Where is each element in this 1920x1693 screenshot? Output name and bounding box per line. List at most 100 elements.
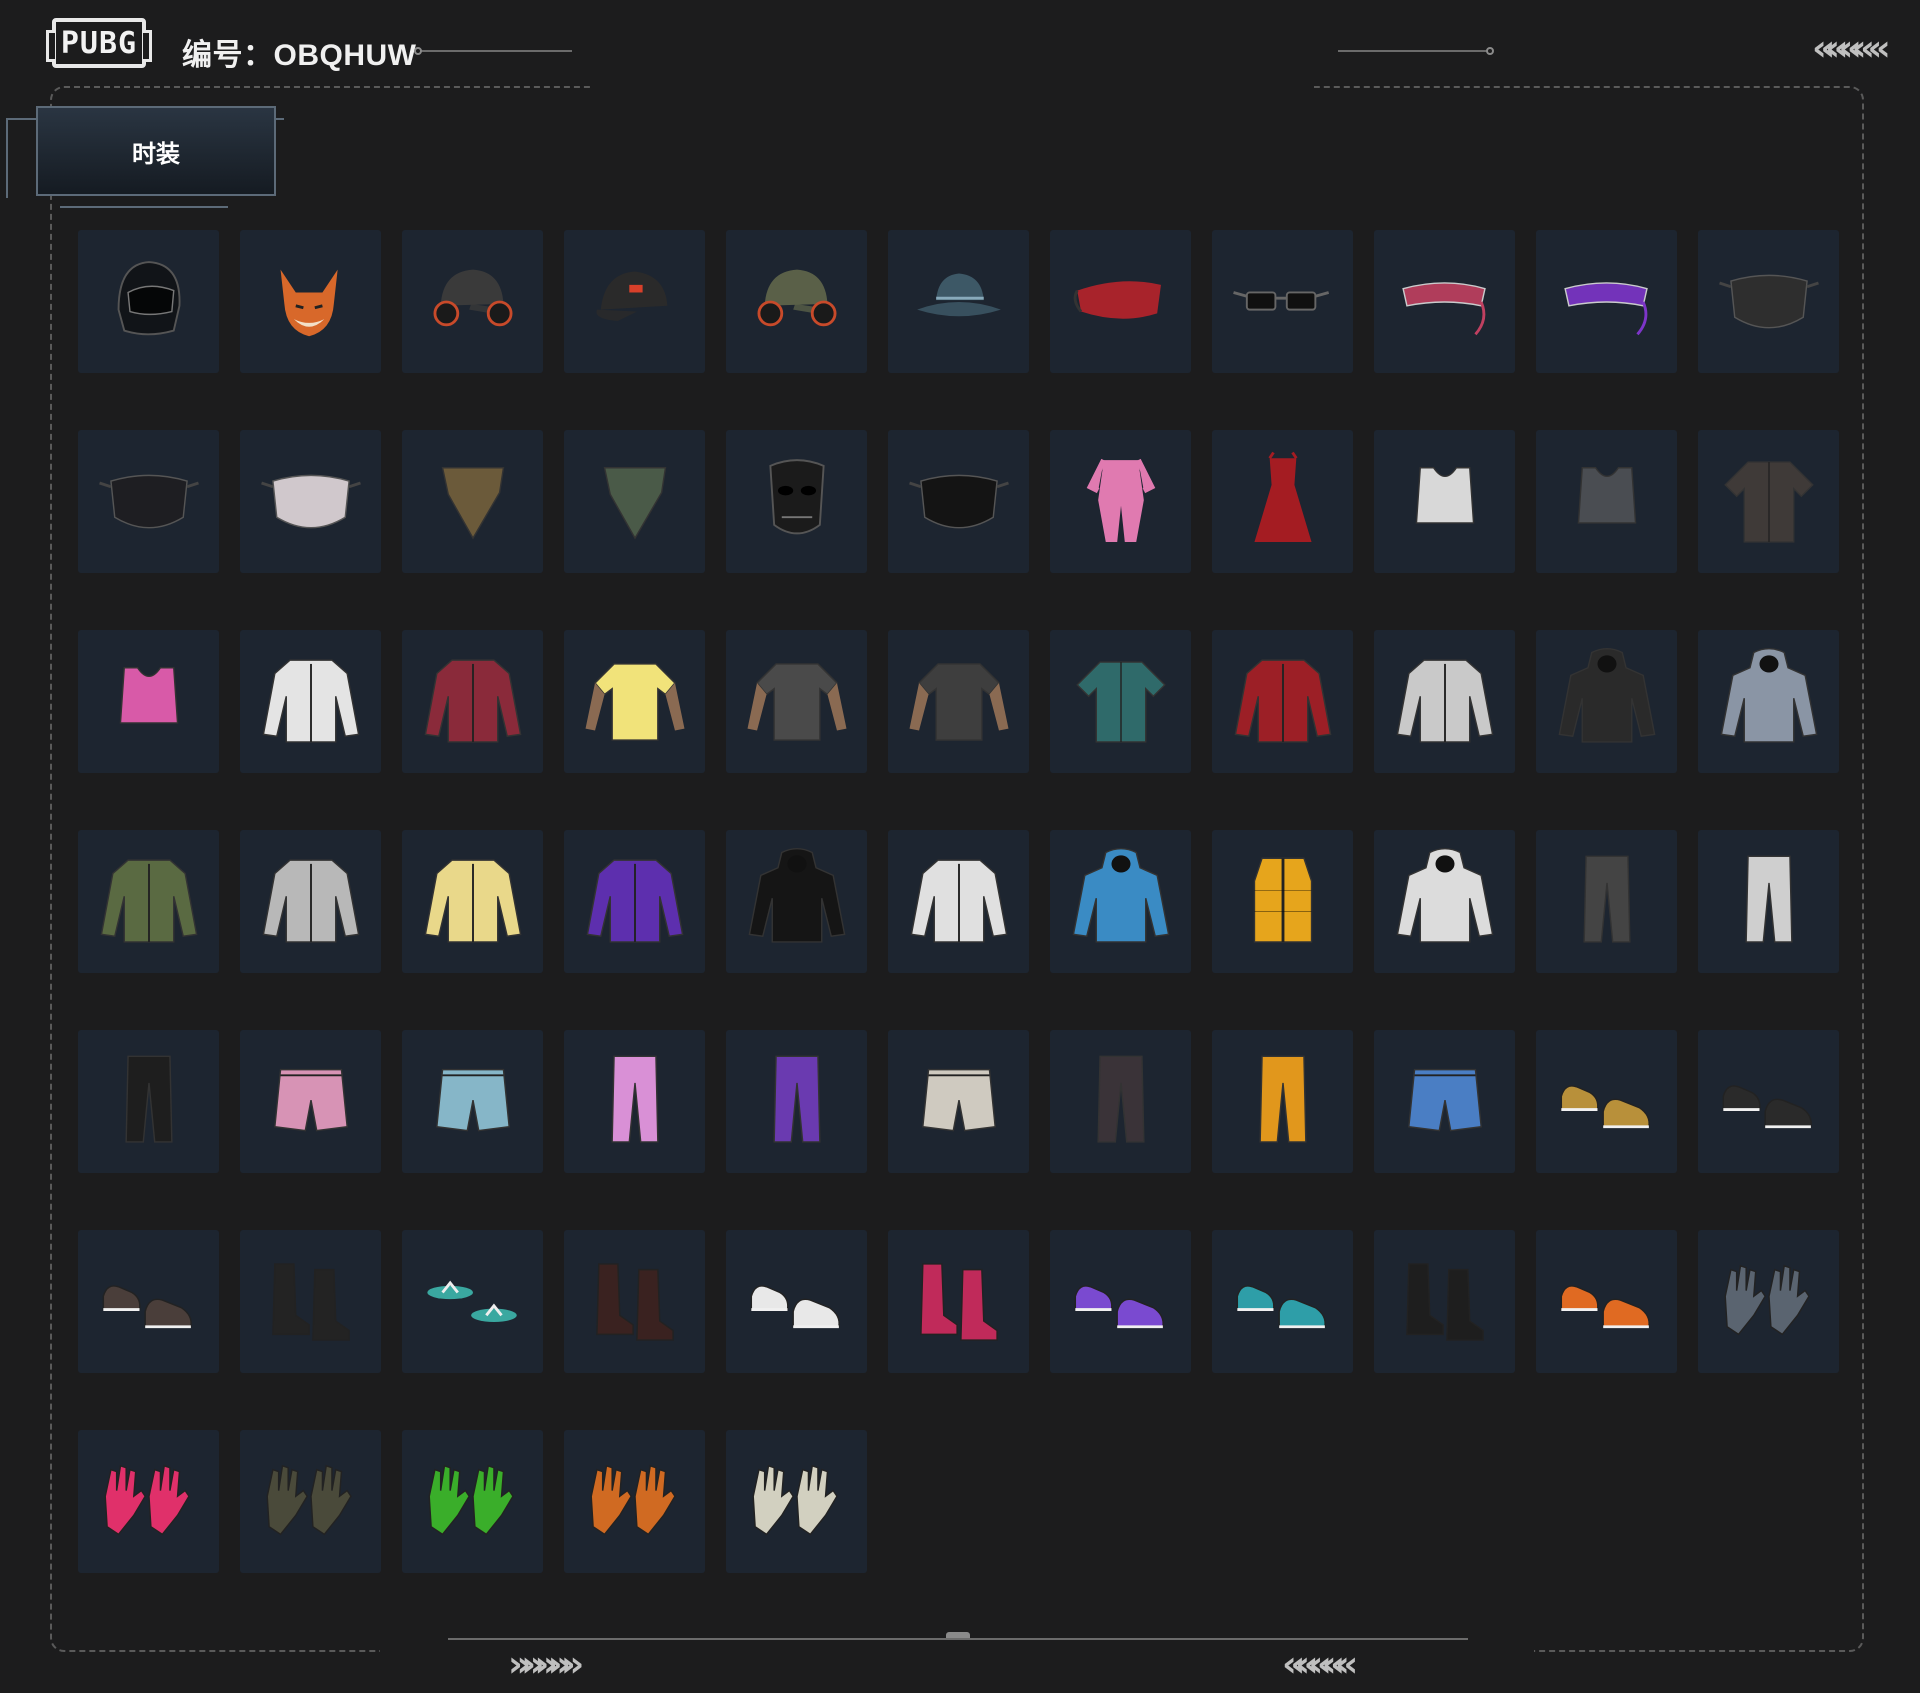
sports-top-icon [119, 666, 178, 724]
item-slot-camo-tactical-gloves[interactable] [240, 1430, 381, 1573]
item-slot-red-dress[interactable] [1212, 430, 1353, 573]
item-slot-teal-clogs[interactable] [1212, 1230, 1353, 1373]
item-slot-white-red-sneakers[interactable] [726, 1230, 867, 1373]
item-slot-olive-bolero[interactable] [78, 830, 219, 973]
item-slot-white-cargo-shorts[interactable] [888, 1030, 1029, 1173]
item-slot-black-hooded-jacket[interactable] [1536, 630, 1677, 773]
chevron-right-decor-icon: »»»»» [508, 1644, 584, 1685]
item-slot-black-glasses[interactable] [1212, 230, 1353, 373]
item-slot-black-high-tops[interactable] [1698, 1030, 1839, 1173]
item-slot-red-leather-jacket[interactable] [1212, 630, 1353, 773]
item-slot-camo-pants[interactable] [1050, 1030, 1191, 1173]
item-slot-orange-joggers[interactable] [1212, 1030, 1353, 1173]
item-slot-miramar-face-mask[interactable] [1698, 230, 1839, 373]
item-slot-silver-jacket[interactable] [1374, 630, 1515, 773]
item-slot-purple-white-sneakers[interactable] [1050, 1230, 1191, 1373]
item-slot-white-orange-vest-jacket[interactable] [888, 830, 1029, 973]
pants-icon [1258, 1055, 1307, 1143]
item-slot-striped-boots[interactable] [888, 1230, 1029, 1373]
pants-icon [1096, 1055, 1145, 1143]
footer-line [448, 1638, 1468, 1640]
item-slot-teal-flip-flops[interactable] [402, 1230, 543, 1373]
item-slot-gold-dress-shoes[interactable] [1536, 1030, 1677, 1173]
item-slot-bucket-hat[interactable] [888, 230, 1029, 373]
item-slot-denim-shorts[interactable] [402, 1030, 543, 1173]
shorts-icon [273, 1068, 348, 1131]
item-slot-red-sleep-mask[interactable] [1050, 230, 1191, 373]
visor-icon [1563, 281, 1648, 335]
glasses-icon [1232, 290, 1329, 311]
item-slot-black-skull-mask[interactable] [726, 430, 867, 573]
item-slot-fur-trim-boots[interactable] [1374, 1230, 1515, 1373]
jacket-icon [100, 858, 197, 943]
tab-decor-bottom [60, 206, 228, 208]
item-slot-floral-shirt[interactable] [1050, 630, 1191, 773]
item-slot-camo-scarf[interactable] [564, 430, 705, 573]
gloves-icon [266, 1464, 352, 1535]
item-slot-striped-sweater[interactable] [402, 630, 543, 773]
shirt-icon [1075, 660, 1166, 743]
header-line-dot-right [1486, 47, 1494, 55]
tab-fashion[interactable]: 时装 [36, 106, 276, 196]
item-slot-black-cloth-mask[interactable] [78, 430, 219, 573]
item-slot-work-gloves[interactable] [726, 1430, 867, 1573]
pants-icon [1582, 855, 1631, 943]
item-slot-white-sports-bra[interactable] [1374, 430, 1515, 573]
item-slot-fox-mask[interactable] [240, 230, 381, 373]
item-slot-military-cap-headset[interactable] [726, 230, 867, 373]
item-slot-black-ankle-boots[interactable] [240, 1230, 381, 1373]
pants-icon [1744, 855, 1793, 943]
jacket-icon [262, 658, 359, 743]
item-slot-cap-with-headset[interactable] [402, 230, 543, 373]
item-slot-bandana-gold[interactable] [402, 430, 543, 573]
item-slot-red-lace-boots[interactable] [564, 1230, 705, 1373]
item-slot-shark-teeth-mask[interactable] [888, 430, 1029, 573]
item-slot-grey-tactical-top[interactable] [1536, 430, 1677, 573]
gloves-icon [1724, 1264, 1810, 1335]
item-slot-grey-leggings[interactable] [1536, 830, 1677, 973]
item-slot-grey-hooded-coat[interactable] [1698, 630, 1839, 773]
item-slot-yellow-fleece[interactable] [402, 830, 543, 973]
shoes-icon [1560, 1284, 1650, 1328]
item-slot-fingerless-gloves[interactable] [1698, 1230, 1839, 1373]
item-slot-black-baseball-cap[interactable] [564, 230, 705, 373]
hoodie-icon [1720, 647, 1817, 743]
item-slot-white-green-hoodie[interactable] [1374, 830, 1515, 973]
item-slot-yellow-sleeve-tee[interactable] [564, 630, 705, 773]
pubg-logo: PUBG [46, 18, 152, 68]
item-slot-purple-racing-jacket[interactable] [564, 830, 705, 973]
item-slot-anime-print-pants[interactable] [564, 1030, 705, 1173]
chevron-decor-top-right-icon: «««« « [1812, 28, 1891, 69]
item-slot-cyber-visor-pink[interactable] [1374, 230, 1515, 373]
item-slot-biker-chaps[interactable] [78, 1030, 219, 1173]
item-slot-orange-high-tops[interactable] [1536, 1230, 1677, 1373]
item-slot-tattoo-tee-grey[interactable] [726, 630, 867, 773]
shoes-icon [1236, 1284, 1326, 1328]
account-id-label: 编号：OBQHUW [182, 39, 417, 72]
item-slot-silver-orange-jacket[interactable] [240, 830, 381, 973]
item-slot-blue-gradient-hoodie[interactable] [1050, 830, 1191, 973]
item-slot-spiked-printed-mask[interactable] [240, 430, 381, 573]
hoodie-icon [748, 847, 845, 943]
item-slot-full-face-helmet[interactable] [78, 230, 219, 373]
item-slot-blue-gradient-shorts[interactable] [1374, 1030, 1515, 1173]
item-slot-purple-stockings[interactable] [726, 1030, 867, 1173]
item-slot-tattoo-tee-dark[interactable] [888, 630, 1029, 773]
item-slot-pink-jumpsuit[interactable] [1050, 430, 1191, 573]
item-slot-black-aura-hoodie[interactable] [726, 830, 867, 973]
item-slot-pink-plaid-shorts[interactable] [240, 1030, 381, 1173]
footer-notch [946, 1632, 970, 1638]
item-slot-green-gloves[interactable] [402, 1430, 543, 1573]
item-slot-white-crop-jacket[interactable] [240, 630, 381, 773]
hoodie-icon [1396, 847, 1493, 943]
helmet-icon [117, 260, 180, 335]
item-slot-purple-visor[interactable] [1536, 230, 1677, 373]
shoes-icon [1074, 1284, 1164, 1328]
item-slot-orange-armored-gloves[interactable] [564, 1430, 705, 1573]
item-slot-armored-shirt[interactable] [1698, 430, 1839, 573]
item-slot-white-cargo-pants[interactable] [1698, 830, 1839, 973]
item-slot-pink-racing-gloves[interactable] [78, 1430, 219, 1573]
item-slot-yellow-puffer-vest[interactable] [1212, 830, 1353, 973]
item-slot-paw-slippers[interactable] [78, 1230, 219, 1373]
item-slot-pink-crop-top[interactable] [78, 630, 219, 773]
